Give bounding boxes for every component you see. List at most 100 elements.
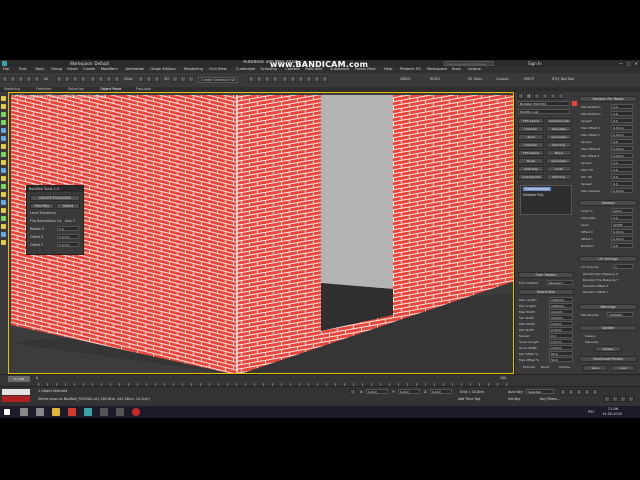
app-taskbar-icon-2[interactable] (100, 408, 108, 416)
menu-item[interactable]: Customize (236, 67, 255, 71)
align-icon[interactable] (256, 76, 262, 82)
menu-item[interactable]: Modifiers (101, 67, 118, 71)
menu-item[interactable]: File (3, 67, 9, 71)
tool-icon-14[interactable] (1, 200, 6, 205)
menu-item[interactable]: Rendering (184, 67, 203, 71)
board-param-field[interactable]: 0.0 (549, 333, 573, 338)
curve-editor-icon[interactable] (282, 76, 288, 82)
schematic-view-icon[interactable] (290, 76, 296, 82)
random-param-field[interactable]: 0.0 (611, 139, 633, 144)
menu-item[interactable]: Create (83, 67, 95, 71)
warnings-rollout[interactable]: Warnings (579, 304, 637, 310)
uv-option-checkbox[interactable]: Random Offset Y (583, 290, 608, 294)
toolbar-right-button-3[interactable]: PA Tools (468, 77, 482, 81)
maximize-button[interactable]: □ (627, 61, 631, 66)
lock-selection-icon[interactable] (350, 389, 356, 395)
flip-normal-label[interactable]: Flip Normal (30, 219, 49, 223)
select-object-icon[interactable] (56, 76, 62, 82)
previous-frame-icon[interactable] (568, 389, 574, 395)
modify-tab-icon[interactable] (526, 93, 532, 99)
tool-icon-3[interactable] (1, 112, 6, 117)
named-selection-sets[interactable]: Create Selection Se (198, 77, 239, 83)
file-explorer-icon[interactable] (52, 408, 60, 416)
board-param-field[interactable]: 0.0mm (549, 327, 573, 332)
rotate-field[interactable]: 0.0 (57, 226, 79, 231)
spinner-snap-icon[interactable] (188, 76, 194, 82)
modifier-button[interactable]: FFD Select (518, 150, 544, 156)
tool-icon-1[interactable] (1, 96, 6, 101)
board-size-rollout[interactable]: Board Size (518, 289, 574, 295)
random-param-field[interactable]: 0.0 (611, 111, 633, 116)
tab-selection[interactable]: Selection (68, 87, 84, 91)
rendered-frame-window-icon[interactable] (314, 76, 320, 82)
windows-start-icon[interactable] (4, 409, 10, 415)
floor-pattern-dropdown[interactable]: Standard (547, 280, 573, 285)
random-param-field[interactable]: 0.0mm (611, 125, 633, 130)
modifier-button[interactable]: TurboSmooth (546, 118, 572, 124)
scale-icon[interactable] (106, 76, 112, 82)
tool-icon-7[interactable] (1, 144, 6, 149)
minimize-button[interactable]: — (619, 61, 623, 66)
auto-key-button[interactable]: Auto Key (508, 390, 523, 394)
menu-item[interactable]: Views (67, 67, 78, 71)
uv-option-checkbox[interactable]: Random Per Mapping X (583, 272, 618, 276)
angle-snap-icon[interactable] (172, 76, 178, 82)
delete-polygons-button[interactable]: DELETE POLYGONS (30, 195, 80, 201)
play-icon[interactable] (576, 389, 582, 395)
tool-icon-15[interactable] (1, 208, 6, 213)
uv-channel-field[interactable]: 1 (613, 264, 633, 269)
modifier-button[interactable]: Bend (546, 150, 572, 156)
workspace-selector[interactable]: Workspace: Default (70, 61, 109, 66)
placement-icon[interactable] (114, 76, 120, 82)
load-preset-button[interactable]: Load (611, 365, 635, 371)
modifier-button[interactable]: Tessellate (546, 126, 572, 132)
set-key-button[interactable]: Set Key (508, 397, 520, 401)
general-param-field[interactable]: 0.2 (611, 215, 633, 220)
clock-time[interactable]: 21:06 (608, 407, 618, 411)
random-param-field[interactable]: 0.0mm (611, 188, 633, 193)
undo-icon[interactable] (2, 76, 8, 82)
render-setup-icon[interactable] (306, 76, 312, 82)
menu-item[interactable]: Edit (19, 67, 26, 71)
menu-item[interactable]: Tools (452, 67, 461, 71)
tool-icon-8[interactable] (1, 152, 6, 157)
board-param-field[interactable]: 1000mm (549, 303, 573, 308)
display-tab-icon[interactable] (550, 93, 556, 99)
tab-freeform[interactable]: Freeform (36, 87, 52, 91)
search-icon[interactable] (20, 408, 28, 416)
percent-snap-icon[interactable] (180, 76, 186, 82)
object-name-field[interactable]: BoxWall_POLY002 (518, 101, 570, 106)
axis-x-label[interactable]: Axis Ox (49, 219, 61, 223)
modifier-button[interactable]: Edit Poly (546, 142, 572, 148)
update-manually-radio[interactable]: Manually (585, 340, 599, 344)
clock-date[interactable]: 14.05.2020 (602, 412, 622, 416)
random-param-field[interactable]: 0.0 (611, 160, 633, 165)
max-boards-field[interactable]: 1000000 (607, 312, 633, 317)
task-view-icon[interactable] (36, 408, 44, 416)
go-to-start-icon[interactable] (560, 389, 566, 395)
modifier-button[interactable]: UnwrapUVW (518, 174, 544, 180)
modifier-button[interactable]: Edit Poly (546, 174, 572, 180)
board-param-field[interactable]: 0.0mm (549, 321, 573, 326)
move-icon[interactable] (90, 76, 96, 82)
utilities-tab-icon[interactable] (558, 93, 564, 99)
offset-x-field[interactable]: 0.0mm (57, 234, 79, 239)
material-editor-icon[interactable] (298, 76, 304, 82)
general-param-field[interactable]: 12345 (611, 222, 633, 227)
toolbar-right-button-2[interactable]: REDO (430, 77, 440, 81)
tool-icon-5[interactable] (1, 128, 6, 133)
keyboard-language[interactable]: РУС (588, 410, 595, 414)
zoom-icon[interactable] (604, 396, 610, 402)
maxscript-mini-listener[interactable] (2, 396, 30, 402)
random-param-field[interactable]: 0.0mm (611, 146, 633, 151)
uv-settings-rollout[interactable]: UV Settings (579, 256, 637, 262)
app-taskbar-icon-3[interactable] (116, 408, 124, 416)
panel-title[interactable]: BoxWall Tools 1.0 (27, 186, 83, 192)
board-param-field[interactable]: 50.0 (549, 351, 573, 356)
unlink-icon[interactable] (26, 76, 32, 82)
sign-in-link[interactable]: Sign In (528, 61, 542, 66)
toolbar-right-button-1[interactable]: UNDO (400, 77, 411, 81)
menu-item[interactable]: Help (384, 67, 392, 71)
next-frame-icon[interactable] (584, 389, 590, 395)
uv-option-checkbox[interactable]: Random Offset X (583, 284, 608, 288)
